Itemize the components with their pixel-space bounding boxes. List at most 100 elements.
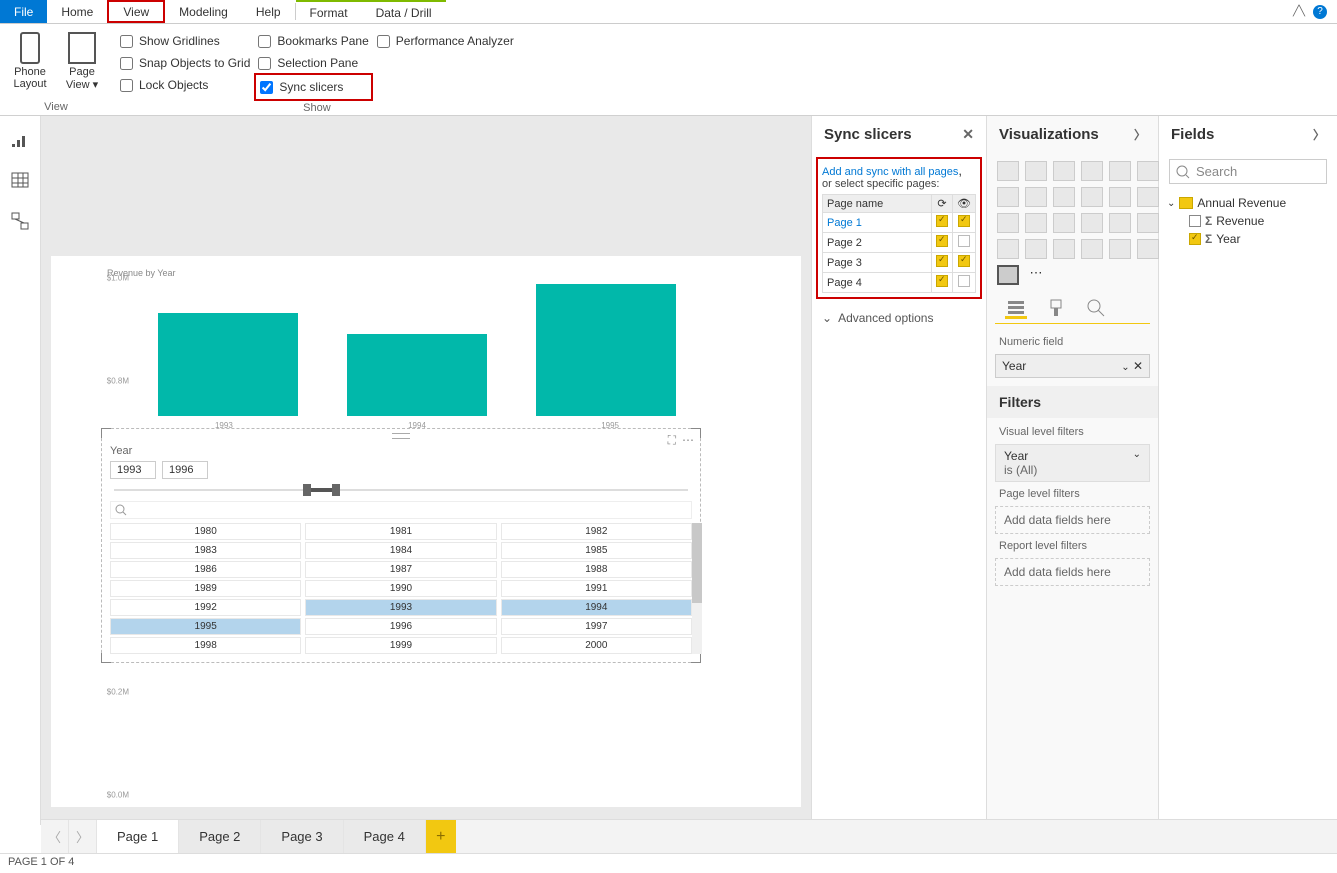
- slicer-search[interactable]: [110, 501, 692, 519]
- chk-bookmarks-pane[interactable]: Bookmarks Pane: [258, 30, 368, 52]
- tab-format[interactable]: Format: [296, 0, 362, 23]
- chk-selection-pane[interactable]: Selection Pane: [258, 52, 368, 74]
- more-options-icon[interactable]: ⋯: [682, 433, 694, 448]
- chk-lock-objects[interactable]: Lock Objects: [120, 74, 250, 96]
- year-cell[interactable]: 1989: [110, 580, 301, 597]
- sync-page-name[interactable]: Page 3: [823, 253, 932, 273]
- help-icon[interactable]: ?: [1313, 5, 1327, 19]
- drag-grip-icon[interactable]: [392, 433, 410, 439]
- viz-type-icon[interactable]: [1053, 161, 1075, 181]
- slicer-visual[interactable]: ⛶ ⋯ Year 1993 1996 19801981198219831: [101, 428, 701, 663]
- chevron-down-icon[interactable]: ⌄: [1133, 449, 1141, 463]
- analytics-tab-icon[interactable]: [1085, 297, 1107, 319]
- viz-type-icon[interactable]: [997, 265, 1019, 285]
- year-cell[interactable]: 1995: [110, 618, 301, 635]
- sync-page-name[interactable]: Page 1: [823, 213, 932, 233]
- viz-type-icon[interactable]: [1137, 213, 1159, 233]
- year-cell[interactable]: 1985: [501, 542, 692, 559]
- year-cell[interactable]: 1983: [110, 542, 301, 559]
- chk-show-gridlines[interactable]: Show Gridlines: [120, 30, 250, 52]
- sync-checkbox[interactable]: [936, 275, 948, 287]
- viz-type-icon[interactable]: [1081, 213, 1103, 233]
- remove-field-icon[interactable]: ✕: [1133, 359, 1143, 373]
- tab-modeling[interactable]: Modeling: [165, 0, 242, 23]
- visible-checkbox[interactable]: [958, 215, 970, 227]
- scrollbar[interactable]: [692, 523, 702, 654]
- year-cell[interactable]: 1991: [501, 580, 692, 597]
- chk-sync-slicers[interactable]: Sync slicers: [260, 76, 366, 98]
- phone-layout-button[interactable]: Phone Layout: [8, 28, 52, 99]
- field-year[interactable]: Σ Year: [1167, 230, 1329, 248]
- viz-type-icon[interactable]: [997, 187, 1019, 207]
- year-cell[interactable]: 1982: [501, 523, 692, 540]
- slider-knob-left[interactable]: [303, 484, 311, 496]
- year-cell[interactable]: 1999: [305, 637, 496, 654]
- viz-type-icon[interactable]: [1137, 161, 1159, 181]
- viz-type-icon[interactable]: [997, 213, 1019, 233]
- close-icon[interactable]: ✕: [962, 126, 974, 143]
- viz-type-icon[interactable]: [1025, 161, 1047, 181]
- model-view-icon[interactable]: [11, 212, 29, 230]
- viz-type-icon[interactable]: [1081, 239, 1103, 259]
- year-cell[interactable]: 1988: [501, 561, 692, 578]
- tab-view[interactable]: View: [107, 0, 165, 23]
- bar-1995[interactable]: [536, 284, 676, 416]
- year-cell[interactable]: 1996: [305, 618, 496, 635]
- sync-checkbox[interactable]: [936, 215, 948, 227]
- bar-1993[interactable]: [158, 313, 298, 416]
- data-view-icon[interactable]: [11, 172, 29, 188]
- tab-help[interactable]: Help: [242, 0, 295, 23]
- viz-type-icon[interactable]: [1109, 161, 1131, 181]
- ribbon-collapse-icon[interactable]: ╱╲: [1293, 6, 1305, 17]
- year-cell[interactable]: 1994: [501, 599, 692, 616]
- slider-knob-right[interactable]: [332, 484, 340, 496]
- viz-type-icon[interactable]: [1053, 213, 1075, 233]
- year-cell[interactable]: 1992: [110, 599, 301, 616]
- visible-checkbox[interactable]: [958, 255, 970, 267]
- viz-type-icon[interactable]: ⋯: [1025, 265, 1047, 285]
- field-revenue[interactable]: Σ Revenue: [1167, 212, 1329, 230]
- field-checkbox[interactable]: [1189, 215, 1201, 227]
- year-cell[interactable]: 1990: [305, 580, 496, 597]
- page-tab-1[interactable]: Page 1: [97, 820, 179, 853]
- viz-type-icon[interactable]: [1025, 187, 1047, 207]
- report-view-icon[interactable]: [11, 132, 29, 148]
- chk-snap-objects[interactable]: Snap Objects to Grid: [120, 52, 250, 74]
- report-filters-drop[interactable]: Add data fields here: [995, 558, 1150, 586]
- format-tab-icon[interactable]: [1045, 297, 1067, 319]
- chevron-down-icon[interactable]: ⌄: [1121, 362, 1129, 373]
- page-prev-button[interactable]: 〈: [41, 820, 69, 853]
- slicer-to-input[interactable]: 1996: [162, 461, 208, 479]
- page-tab-3[interactable]: Page 3: [261, 820, 343, 853]
- slicer-from-input[interactable]: 1993: [110, 461, 156, 479]
- sync-checkbox[interactable]: [936, 235, 948, 247]
- page-view-button[interactable]: Page View ▾: [60, 28, 104, 99]
- viz-type-icon[interactable]: [1109, 213, 1131, 233]
- page-tab-2[interactable]: Page 2: [179, 820, 261, 853]
- report-canvas[interactable]: Revenue by Year $1.0M $0.8M $0.6M $0.4M …: [41, 116, 811, 825]
- viz-type-icon[interactable]: [1109, 187, 1131, 207]
- year-cell[interactable]: 1997: [501, 618, 692, 635]
- viz-type-icon[interactable]: [1053, 187, 1075, 207]
- viz-type-icon[interactable]: [1053, 239, 1075, 259]
- numeric-field-well[interactable]: Year ⌄ ✕: [995, 354, 1150, 378]
- advanced-options-toggle[interactable]: ⌄ Advanced options: [812, 303, 986, 333]
- page-tab-4[interactable]: Page 4: [344, 820, 426, 853]
- bar-1994[interactable]: [347, 334, 487, 416]
- sync-page-name[interactable]: Page 2: [823, 233, 932, 253]
- field-checkbox[interactable]: [1189, 233, 1201, 245]
- viz-type-icon[interactable]: [1025, 213, 1047, 233]
- visible-checkbox[interactable]: [958, 235, 970, 247]
- tab-data-drill[interactable]: Data / Drill: [362, 0, 446, 23]
- slicer-slider[interactable]: [114, 489, 688, 491]
- viz-type-icon[interactable]: [997, 161, 1019, 181]
- sync-all-link[interactable]: Add and sync with all pages: [822, 166, 958, 178]
- year-cell[interactable]: 1981: [305, 523, 496, 540]
- year-cell[interactable]: 1980: [110, 523, 301, 540]
- visible-checkbox[interactable]: [958, 275, 970, 287]
- sync-checkbox[interactable]: [936, 255, 948, 267]
- tab-home[interactable]: Home: [47, 0, 107, 23]
- tab-file[interactable]: File: [0, 0, 47, 23]
- filter-card-year[interactable]: Year⌄ is (All): [995, 444, 1150, 482]
- year-cell[interactable]: 2000: [501, 637, 692, 654]
